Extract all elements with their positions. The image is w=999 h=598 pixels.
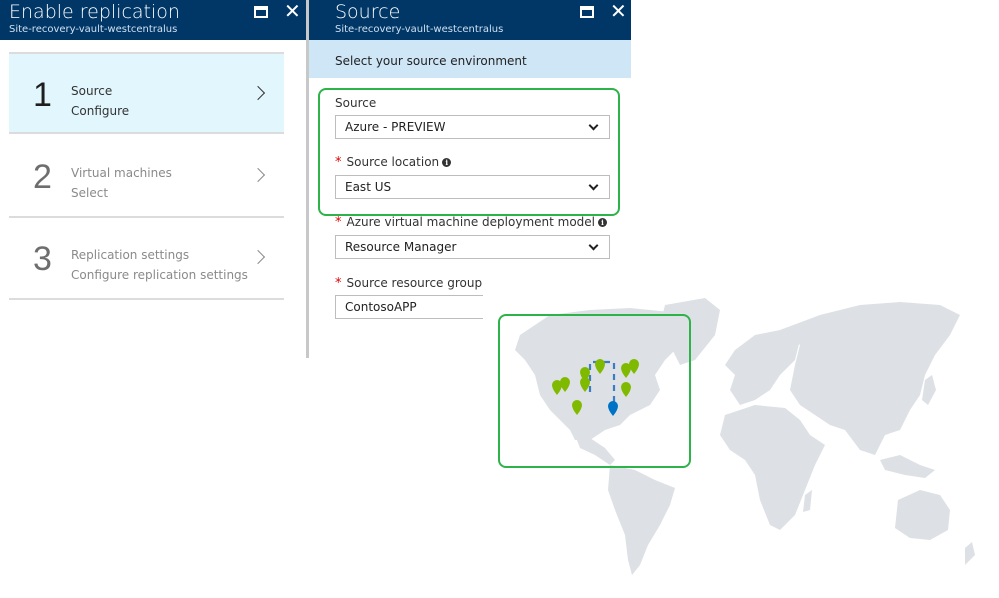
step-virtual-machines[interactable]: 2 Virtual machines Select	[9, 136, 284, 218]
south-america	[608, 465, 675, 575]
step-source[interactable]: 1 Source Configure	[9, 52, 284, 134]
se-asia	[880, 455, 935, 478]
deployment-model-dropdown[interactable]: Resource Manager	[335, 235, 610, 259]
source-highlight-box	[318, 88, 620, 216]
step-number: 3	[33, 240, 52, 278]
required-marker: *	[335, 215, 342, 230]
resource-group-label: * Source resource group	[335, 276, 482, 291]
madagascar	[803, 490, 812, 512]
step-title: Source	[71, 84, 113, 98]
chevron-down-icon	[588, 240, 599, 251]
step-subtitle: Configure	[71, 104, 130, 118]
blade-title: Source	[335, 1, 401, 23]
required-marker: *	[335, 276, 342, 291]
map-highlight-box	[498, 314, 691, 468]
deployment-model-value: Resource Manager	[345, 240, 457, 254]
close-icon[interactable]: ✕	[284, 0, 301, 22]
step-title: Replication settings	[71, 248, 190, 262]
africa	[720, 405, 825, 530]
info-bar: Select your source environment	[309, 40, 631, 78]
chevron-right-icon	[250, 85, 266, 101]
japan	[922, 375, 936, 405]
close-icon[interactable]: ✕	[610, 0, 627, 22]
info-icon[interactable]: i	[598, 218, 608, 227]
step-replication-settings[interactable]: 3 Replication settings Configure replica…	[9, 218, 284, 300]
new-zealand	[965, 542, 975, 565]
maximize-icon[interactable]	[254, 6, 268, 18]
blade-header: Source Site-recovery-vault-westcentralus…	[309, 0, 631, 40]
blade-subtitle: Site-recovery-vault-westcentralus	[9, 24, 178, 35]
blade-subtitle: Site-recovery-vault-westcentralus	[335, 24, 504, 35]
europe	[725, 330, 800, 405]
australia	[895, 490, 950, 540]
resource-group-field[interactable]	[335, 295, 483, 319]
resource-group-input[interactable]	[345, 300, 480, 314]
step-number: 2	[33, 158, 52, 196]
blade-header: Enable replication Site-recovery-vault-w…	[0, 0, 306, 40]
enable-replication-blade: Enable replication Site-recovery-vault-w…	[0, 0, 306, 360]
blade-title: Enable replication	[9, 1, 180, 23]
deployment-model-label: * Azure virtual machine deployment model i	[335, 215, 608, 230]
maximize-icon[interactable]	[580, 6, 594, 18]
step-subtitle: Select	[71, 186, 109, 200]
info-bar-text: Select your source environment	[335, 54, 527, 68]
chevron-right-icon	[250, 167, 266, 183]
step-title: Virtual machines	[71, 166, 172, 180]
chevron-right-icon	[250, 249, 266, 265]
step-number: 1	[33, 76, 52, 114]
resource-group-label-text: Source resource group	[346, 276, 483, 290]
deployment-model-label-text: Azure virtual machine deployment model	[346, 215, 596, 229]
step-subtitle: Configure replication settings	[71, 268, 248, 282]
